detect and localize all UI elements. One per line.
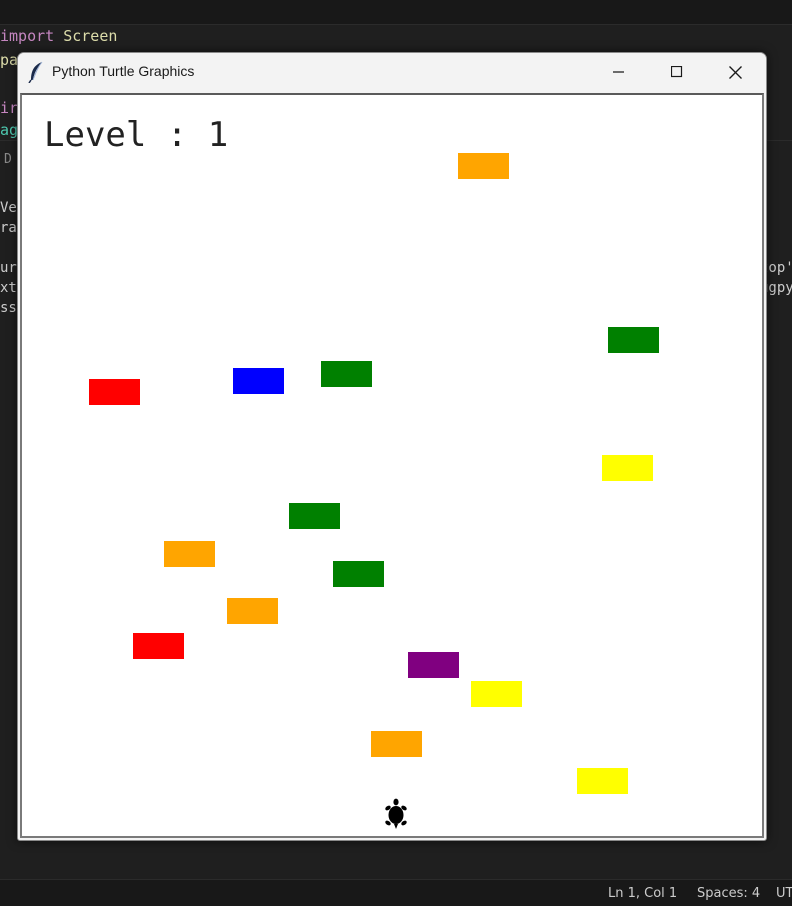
status-bar: Ln 1, Col 1 Spaces: 4 UT [0, 879, 792, 906]
brick [321, 361, 372, 387]
terminal-line: Ve [0, 200, 17, 216]
terminal-line: ra [0, 220, 17, 236]
level-label: Level : 1 [44, 115, 229, 155]
indentation-setting[interactable]: Spaces: 4 [697, 886, 760, 901]
import-name: Screen [63, 27, 118, 45]
brick [289, 503, 340, 529]
brick [608, 327, 659, 353]
brick [408, 652, 459, 678]
code-fragment: ir [0, 99, 19, 117]
code-fragment: ag [0, 121, 19, 139]
close-icon [728, 65, 742, 79]
brick [602, 455, 653, 481]
cursor-position[interactable]: Ln 1, Col 1 [608, 886, 677, 901]
brick [89, 379, 140, 405]
canvas-frame: Level : 1 [20, 93, 764, 838]
panel-tab[interactable]: D [4, 152, 12, 167]
feather-icon [28, 61, 43, 83]
turtle-icon [385, 798, 407, 829]
brick [371, 731, 422, 757]
code-line-4: ir [0, 98, 18, 118]
terminal-line: ur [0, 260, 17, 276]
code-line-5: ag [0, 120, 18, 140]
minimize-button[interactable] [590, 53, 648, 91]
window-title: Python Turtle Graphics [52, 63, 195, 79]
turtle-window: Python Turtle Graphics Level : 1 [17, 52, 767, 841]
maximize-button[interactable] [648, 53, 706, 91]
brick [577, 768, 628, 794]
terminal-line: ss [0, 300, 17, 316]
editor-tab-bar [0, 0, 792, 25]
minimize-icon [613, 71, 624, 73]
close-button[interactable] [706, 53, 764, 91]
maximize-icon [671, 66, 683, 78]
brick [227, 598, 278, 624]
brick [458, 153, 509, 179]
window-titlebar[interactable]: Python Turtle Graphics [18, 53, 766, 91]
turtle-canvas[interactable]: Level : 1 [22, 95, 762, 836]
terminal-line: xt [0, 280, 17, 296]
brick [133, 633, 184, 659]
brick [233, 368, 284, 394]
brick [471, 681, 522, 707]
brick [333, 561, 384, 587]
brick [164, 541, 215, 567]
import-keyword: import [0, 27, 55, 45]
code-line-1: import Screen [0, 26, 117, 46]
encoding-setting[interactable]: UT [776, 886, 792, 901]
